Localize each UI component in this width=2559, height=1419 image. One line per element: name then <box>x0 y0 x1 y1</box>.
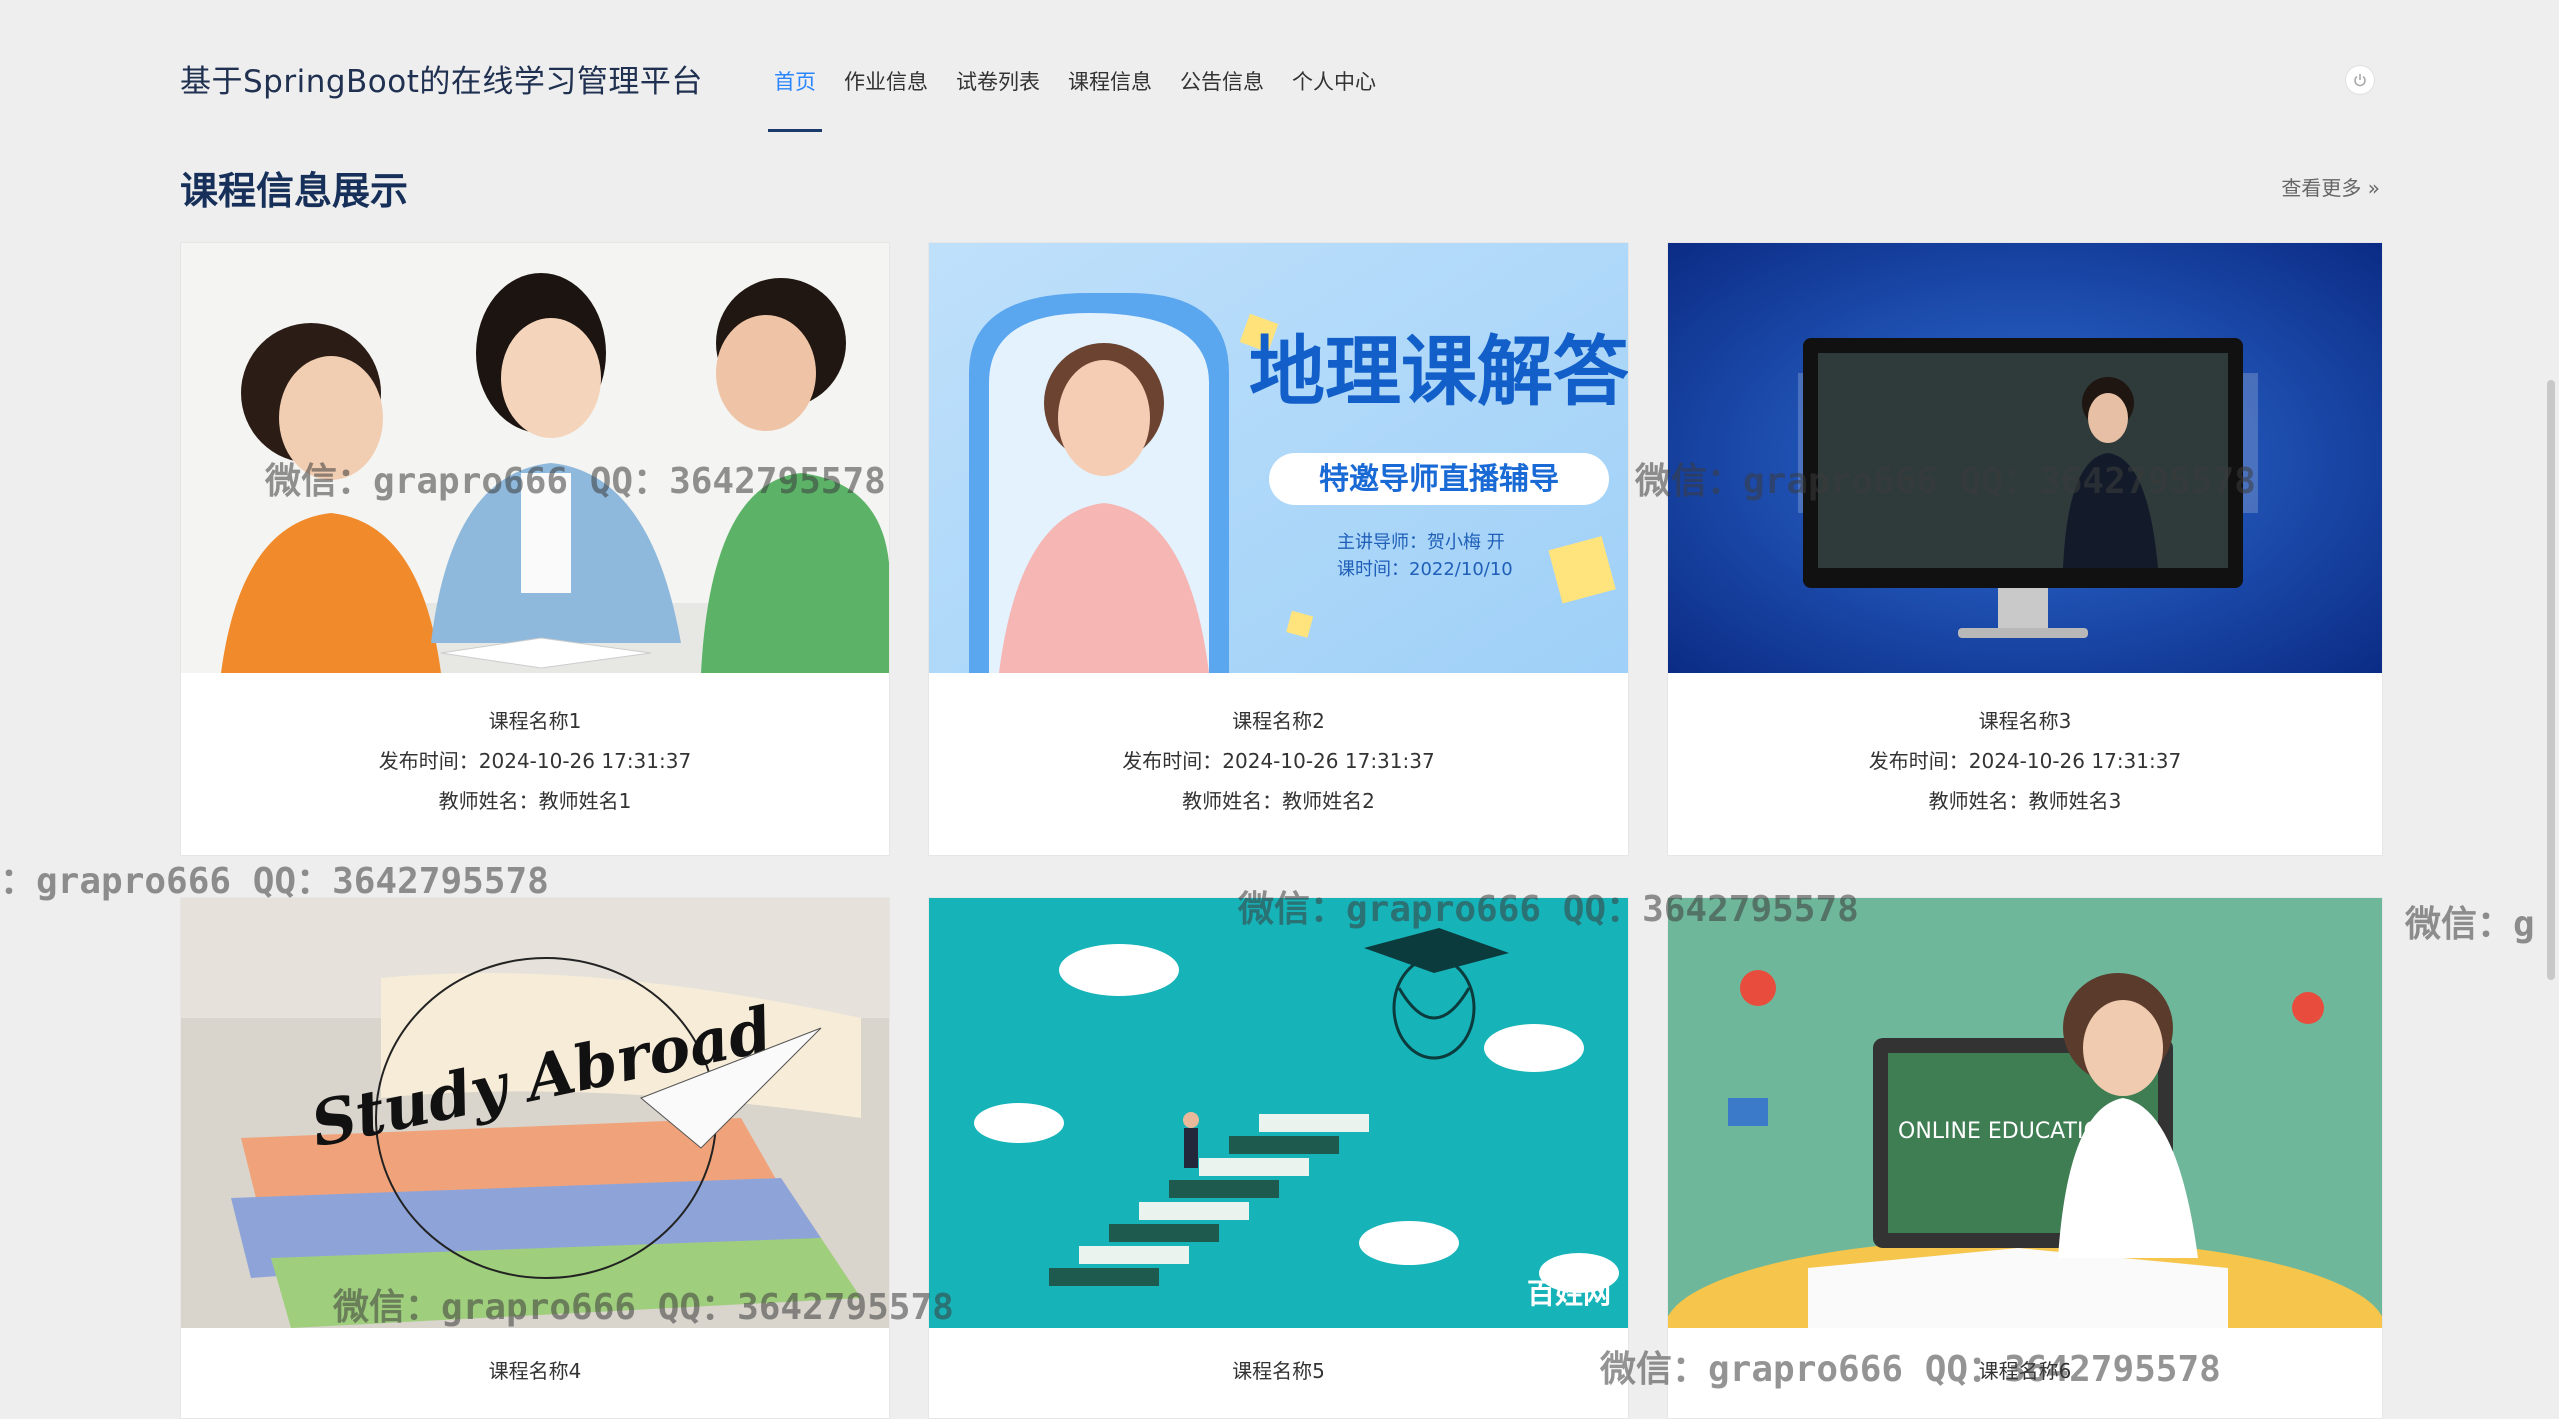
course-thumbnail[interactable]: 地理课解答 特邀导师直播辅导 主讲导师：贺小梅 开 课时间：2022/10/10 <box>929 243 1628 673</box>
course-name: 课程名称1 <box>488 709 582 733</box>
course-info: 课程名称3 发布时间：2024-10-26 17:31:37 教师姓名：教师姓名… <box>1668 701 2382 821</box>
course-thumbnail[interactable]: ONLINE EDUCATION <box>1668 898 2382 1328</box>
course-info: 课程名称4 <box>181 1351 889 1391</box>
thumb-title: 地理课解答 <box>1249 327 1628 416</box>
power-icon[interactable] <box>2346 66 2374 94</box>
nav-notices[interactable]: 公告信息 <box>1166 60 1278 132</box>
thumb-logo: 百姓网 <box>1527 1277 1611 1310</box>
double-chevron-right-icon: » <box>2367 176 2380 200</box>
section-title: 课程信息展示 <box>180 169 409 213</box>
nav-profile[interactable]: 个人中心 <box>1278 60 1390 132</box>
course-card-5[interactable]: 百姓网 课程名称5 <box>928 897 1629 1419</box>
course-info: 课程名称1 发布时间：2024-10-26 17:31:37 教师姓名：教师姓名… <box>181 701 889 821</box>
course-thumbnail[interactable] <box>1668 243 2382 673</box>
thumb-subtitle: 特邀导师直播辅导 <box>1319 462 1559 497</box>
thumb-line-2: 课时间：2022/10/10 <box>1337 559 1513 580</box>
course-publish-time: 发布时间：2024-10-26 17:31:37 <box>378 749 692 773</box>
course-teacher: 教师姓名：教师姓名3 <box>1928 789 2122 813</box>
header: 基于SpringBoot的在线学习管理平台 首页 作业信息 试卷列表 课程信息 … <box>0 0 2559 150</box>
view-more-link[interactable]: 查看更多 » <box>2281 172 2380 201</box>
scrollbar-thumb[interactable] <box>2547 380 2555 980</box>
scrollbar[interactable] <box>2541 0 2559 1399</box>
course-publish-time: 发布时间：2024-10-26 17:31:37 <box>1122 749 1435 773</box>
nav-home[interactable]: 首页 <box>760 60 830 132</box>
watermark: 微信：g <box>2405 904 2535 945</box>
course-teacher: 教师姓名：教师姓名1 <box>438 789 632 813</box>
course-info: 课程名称2 发布时间：2024-10-26 17:31:37 教师姓名：教师姓名… <box>929 701 1628 821</box>
thumb-line-1: 主讲导师：贺小梅 开 <box>1337 532 1505 553</box>
course-publish-time: 发布时间：2024-10-26 17:31:37 <box>1868 749 2182 773</box>
course-card-2[interactable]: 地理课解答 特邀导师直播辅导 主讲导师：贺小梅 开 课时间：2022/10/10… <box>928 242 1629 856</box>
course-name: 课程名称3 <box>1978 709 2072 733</box>
course-card-4[interactable]: Study Abroad 课程名称4 <box>180 897 890 1419</box>
course-name: 课程名称4 <box>488 1359 582 1383</box>
section-header: 课程信息展示 查看更多 » <box>180 160 2380 220</box>
course-info: 课程名称6 <box>1668 1351 2382 1391</box>
nav-courses[interactable]: 课程信息 <box>1054 60 1166 132</box>
view-more-label: 查看更多 <box>2281 176 2362 200</box>
main-nav: 首页 作业信息 试卷列表 课程信息 公告信息 个人中心 <box>760 60 1390 132</box>
site-title: 基于SpringBoot的在线学习管理平台 <box>180 64 703 100</box>
course-name: 课程名称6 <box>1978 1359 2072 1383</box>
course-card-3[interactable]: 课程名称3 发布时间：2024-10-26 17:31:37 教师姓名：教师姓名… <box>1667 242 2383 856</box>
nav-exam-list[interactable]: 试卷列表 <box>942 60 1054 132</box>
course-name: 课程名称5 <box>1232 1359 1325 1383</box>
nav-homework[interactable]: 作业信息 <box>830 60 942 132</box>
course-card-6[interactable]: ONLINE EDUCATION 课程名称6 <box>1667 897 2383 1419</box>
course-card-1[interactable]: 课程名称1 发布时间：2024-10-26 17:31:37 教师姓名：教师姓名… <box>180 242 890 856</box>
course-name: 课程名称2 <box>1232 709 1325 733</box>
course-info: 课程名称5 <box>929 1351 1628 1391</box>
course-thumbnail[interactable] <box>181 243 889 673</box>
course-thumbnail[interactable]: 百姓网 <box>929 898 1628 1328</box>
course-thumbnail[interactable]: Study Abroad <box>181 898 889 1328</box>
course-teacher: 教师姓名：教师姓名2 <box>1182 789 1375 813</box>
